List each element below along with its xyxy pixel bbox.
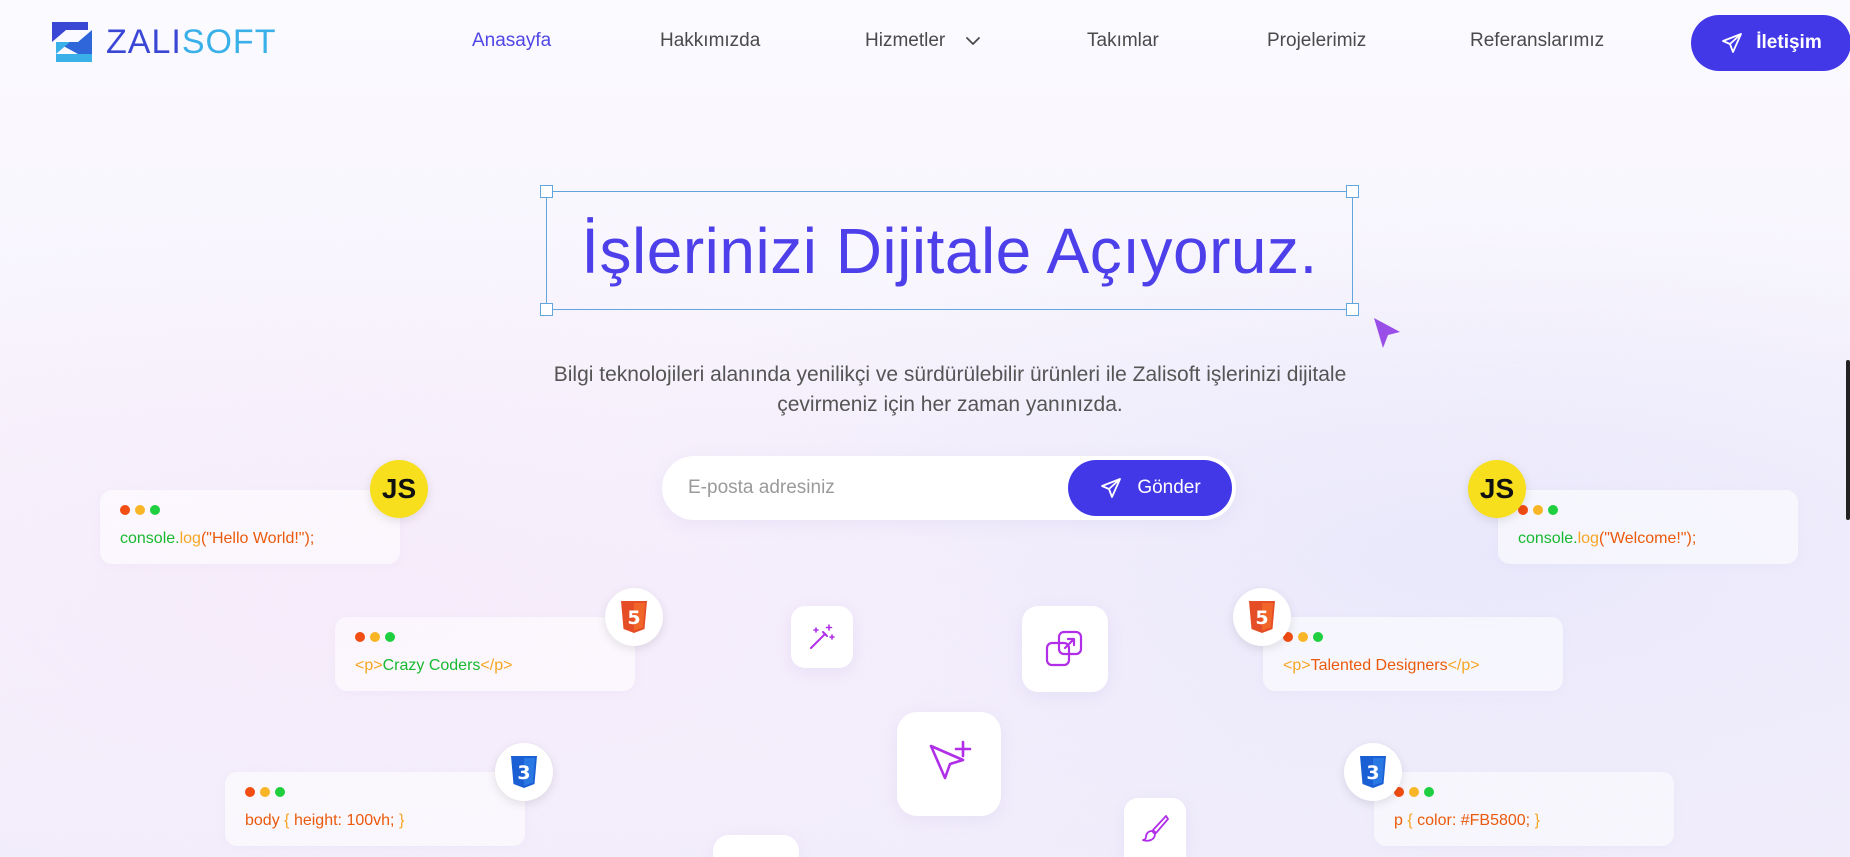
logo-text-part2: SOFT: [181, 22, 277, 61]
zalisoft-logo[interactable]: ZALISOFT: [48, 18, 276, 66]
hero-subtitle-line2: çevirmeniz için her zaman yanınızda.: [777, 393, 1123, 416]
hero-subtitle: Bilgi teknolojileri alanında yenilikçi v…: [500, 360, 1400, 420]
window-dots: [245, 787, 285, 797]
zalisoft-logo-mark-icon: [52, 22, 92, 62]
cursor-add-tile: [897, 712, 1001, 816]
nav-item-hakkimizda[interactable]: Hakkımızda: [660, 30, 760, 52]
html5-badge-icon: 5: [1233, 588, 1291, 646]
nav-item-label: Takımlar: [1087, 30, 1159, 51]
nav-item-hizmetler[interactable]: Hizmetler: [865, 30, 981, 52]
javascript-badge-icon: JS: [370, 460, 428, 518]
contact-button-label: İletişim: [1756, 32, 1822, 53]
send-button-label: Gönder: [1137, 477, 1201, 498]
nav-item-label: Hakkımızda: [660, 30, 761, 51]
code-line: body { height: 100vh; }: [245, 812, 405, 829]
code-card-css-right: p { color: #FB5800; }: [1374, 772, 1674, 846]
chevron-down-icon: [966, 37, 981, 45]
code-card-js-left: console.log("Hello World!");: [100, 490, 400, 564]
html5-badge-icon: 5: [605, 588, 663, 646]
partial-tile: [713, 835, 799, 857]
svg-text:3: 3: [1366, 762, 1379, 784]
scale-tile: [1022, 606, 1108, 692]
window-dots: [355, 632, 395, 642]
window-dots: [1518, 505, 1558, 515]
window-dots: [120, 505, 160, 515]
logo-text-part1: ZALI: [106, 22, 182, 61]
css3-badge-icon: 3: [495, 743, 553, 801]
nav-item-label: Referanslarımız: [1470, 30, 1605, 51]
paper-plane-icon: [1722, 33, 1743, 53]
code-card-css-left: body { height: 100vh; }: [225, 772, 525, 846]
magic-wand-tile: [791, 606, 853, 668]
code-line: p { color: #FB5800; }: [1394, 812, 1540, 829]
svg-text:3: 3: [517, 762, 530, 784]
nav-item-label: Anasayfa: [472, 30, 552, 51]
css3-badge-icon: 3: [1344, 743, 1402, 801]
nav-item-label: Projelerimiz: [1267, 30, 1367, 51]
window-dots: [1394, 787, 1434, 797]
paper-plane-icon: [1101, 478, 1122, 498]
brush-tile: [1124, 798, 1186, 857]
window-dots: [1283, 632, 1323, 642]
code-line: console.log("Hello World!");: [120, 530, 315, 547]
email-input[interactable]: [688, 466, 1058, 510]
nav-item-projelerimiz[interactable]: Projelerimiz: [1267, 30, 1366, 52]
nav-item-takimlar[interactable]: Takımlar: [1087, 30, 1159, 52]
code-card-js-right: console.log("Welcome!");: [1498, 490, 1798, 564]
scale-resize-icon: [1045, 630, 1083, 667]
nav-item-label: Hizmetler: [865, 30, 946, 51]
logo-wordmark: ZALISOFT: [106, 23, 276, 62]
cursor-arrow-icon: [1374, 318, 1400, 348]
svg-text:5: 5: [1255, 607, 1268, 629]
code-line: <p>Talented Designers</p>: [1283, 657, 1480, 674]
hero-subtitle-line1: Bilgi teknolojileri alanında yenilikçi v…: [553, 363, 1347, 386]
nav-item-referanslarimiz[interactable]: Referanslarımız: [1470, 30, 1604, 52]
scrollbar-thumb[interactable]: [1846, 360, 1850, 520]
code-line: <p>Crazy Coders</p>: [355, 657, 513, 674]
svg-text:5: 5: [627, 607, 640, 629]
paint-brush-icon: [1142, 814, 1169, 842]
javascript-badge-icon: JS: [1468, 460, 1526, 518]
send-button[interactable]: Gönder: [1068, 460, 1232, 516]
nav-item-anasayfa[interactable]: Anasayfa: [472, 30, 551, 52]
hero-title: İşlerinizi Dijitale Açıyoruz.: [581, 214, 1318, 287]
code-card-html-left: <p>Crazy Coders</p>: [335, 617, 635, 691]
code-line: console.log("Welcome!");: [1518, 530, 1697, 547]
contact-button[interactable]: İletişim: [1691, 15, 1850, 71]
magic-wand-icon: [810, 624, 835, 649]
cursor-plus-icon: [929, 740, 972, 780]
code-card-html-right: <p>Talented Designers</p>: [1263, 617, 1563, 691]
